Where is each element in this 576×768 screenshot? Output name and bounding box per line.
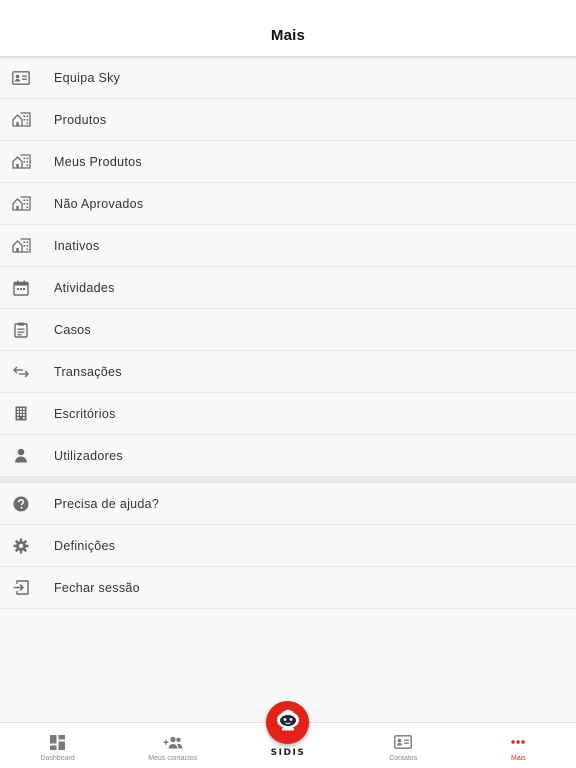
menu-item-ajuda[interactable]: Precisa de ajuda? xyxy=(0,483,576,525)
menu-item-produtos[interactable]: Produtos xyxy=(0,99,576,141)
menu-item-label: Meus Produtos xyxy=(54,154,142,169)
menu-item-label: Utilizadores xyxy=(54,448,123,463)
menu-item-label: Casos xyxy=(54,322,91,337)
menu-item-label: Precisa de ajuda? xyxy=(54,496,160,511)
menu-item-label: Equipa Sky xyxy=(54,70,121,85)
menu-item-equipa-sky[interactable]: Equipa Sky xyxy=(0,57,576,99)
menu-item-fechar-sessao[interactable]: Fechar sessão xyxy=(0,567,576,609)
add-contacts-icon xyxy=(163,733,183,751)
dashboard-icon xyxy=(50,733,66,751)
menu-item-transacoes[interactable]: Transações xyxy=(0,351,576,393)
building-icon xyxy=(0,154,54,169)
menu-item-definicoes[interactable]: Definições xyxy=(0,525,576,567)
more-menu-list: Equipa Sky Produtos Meus Produtos Não Ap… xyxy=(0,57,576,609)
logout-icon xyxy=(0,580,54,595)
menu-item-atividades[interactable]: Atividades xyxy=(0,267,576,309)
sidis-robot-icon xyxy=(275,709,301,736)
office-grid-icon xyxy=(0,406,54,421)
menu-item-label: Não Aprovados xyxy=(54,196,144,211)
menu-item-label: Transações xyxy=(54,364,122,379)
tab-label: Dashboard xyxy=(40,755,75,762)
building-icon xyxy=(0,238,54,253)
menu-item-inativos[interactable]: Inativos xyxy=(0,225,576,267)
tab-dashboard[interactable]: Dashboard xyxy=(0,723,115,768)
menu-item-casos[interactable]: Casos xyxy=(0,309,576,351)
tab-label: Contatos xyxy=(389,755,418,762)
calendar-icon xyxy=(0,280,54,296)
menu-item-escritorios[interactable]: Escritórios xyxy=(0,393,576,435)
page-title: Mais xyxy=(270,27,306,44)
sidis-logo-text: SIDIS xyxy=(270,748,306,758)
swap-arrows-icon xyxy=(0,366,54,378)
menu-item-label: Inativos xyxy=(54,238,100,253)
gear-icon xyxy=(0,538,54,554)
contact-card-icon xyxy=(394,733,413,751)
building-icon xyxy=(0,196,54,211)
menu-item-utilizadores[interactable]: Utilizadores xyxy=(0,435,576,477)
sidis-assistant-button[interactable] xyxy=(266,701,309,744)
menu-item-label: Atividades xyxy=(54,280,115,295)
tab-meus-contactos[interactable]: Meus contactos xyxy=(115,723,230,768)
building-icon xyxy=(0,112,54,127)
menu-item-label: Definições xyxy=(54,538,116,553)
more-dots-icon xyxy=(511,733,526,751)
tab-label: Mais xyxy=(511,755,526,762)
menu-item-meus-produtos[interactable]: Meus Produtos xyxy=(0,141,576,183)
menu-item-nao-aprovados[interactable]: Não Aprovados xyxy=(0,183,576,225)
top-navigation-bar: Mais xyxy=(0,0,576,57)
clipboard-icon xyxy=(0,322,54,338)
tab-contatos[interactable]: Contatos xyxy=(346,723,461,768)
tab-label: Meus contactos xyxy=(148,755,198,762)
user-icon xyxy=(0,448,54,463)
menu-item-label: Produtos xyxy=(54,112,107,127)
help-circle-icon xyxy=(0,496,54,512)
tab-mais[interactable]: Mais xyxy=(461,723,576,768)
menu-item-label: Escritórios xyxy=(54,406,116,421)
id-card-icon xyxy=(0,70,54,85)
menu-item-label: Fechar sessão xyxy=(54,580,140,595)
